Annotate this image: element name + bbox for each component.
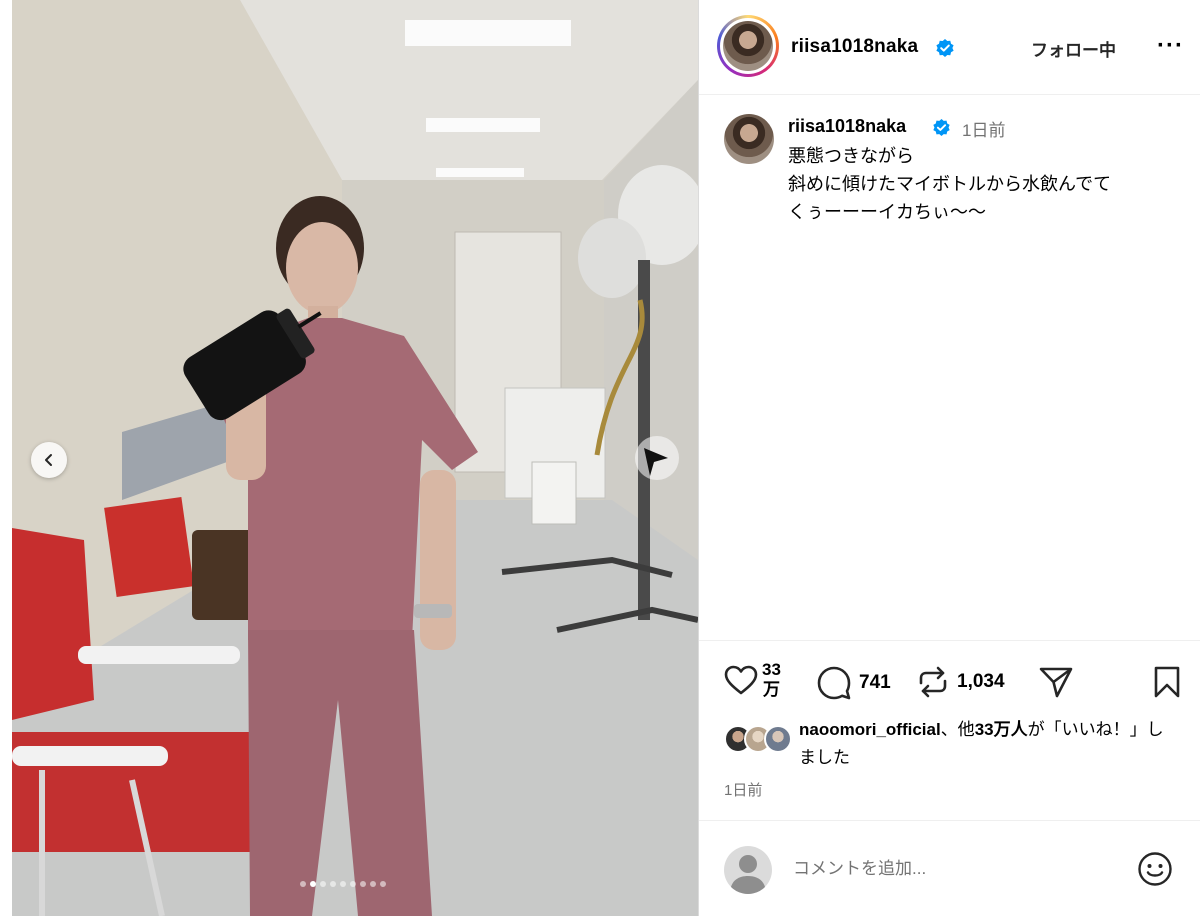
post-photo[interactable] [12, 0, 698, 916]
photo-illustration [12, 0, 698, 916]
caption-author-avatar[interactable] [724, 114, 774, 164]
like-button[interactable]: 33 万 [724, 660, 781, 700]
default-user-icon [730, 855, 766, 894]
caption-author-username[interactable]: riisa1018naka [788, 116, 906, 137]
repost-icon [919, 666, 947, 698]
likes-separator: 、他 [940, 720, 975, 739]
carousel-dot [300, 881, 306, 887]
save-button[interactable] [1153, 666, 1181, 698]
carousel-dot [370, 881, 376, 887]
caption-timestamp[interactable]: 1日前 [962, 116, 1005, 141]
carousel-prev-button[interactable] [31, 442, 67, 478]
bookmark-icon [1154, 666, 1180, 698]
share-icon [1039, 667, 1073, 698]
author-avatar[interactable] [717, 15, 779, 77]
carousel-dot [350, 881, 356, 887]
emoji-button[interactable] [1137, 851, 1173, 892]
author-username[interactable]: riisa1018naka [791, 36, 918, 58]
post-timestamp[interactable]: 1日前 [724, 779, 762, 800]
action-bar: 33 万 741 1,034 [699, 652, 1200, 712]
caption-section: riisa1018naka 1日前 悪態つきながら 斜めに傾けたマイボトルから水… [699, 96, 1200, 641]
emoji-icon [1138, 852, 1172, 886]
carousel-dot [380, 881, 386, 887]
carousel-indicator [300, 881, 386, 887]
carousel-dot [310, 881, 316, 887]
liker-username[interactable]: naoomori_official [799, 720, 941, 739]
comment-icon [817, 666, 851, 700]
caption-text: 悪態つきながら 斜めに傾けたマイボトルから水飲んでて くぅーーーイカちぃ〜〜 [788, 146, 1112, 222]
heart-icon [724, 665, 758, 695]
likes-others-link[interactable]: 33万人 [975, 720, 1028, 739]
carousel-dot [360, 881, 366, 887]
comment-button[interactable]: 741 [817, 666, 891, 700]
more-options-button[interactable]: ··· [1157, 34, 1184, 58]
carousel-dot [320, 881, 326, 887]
comment-composer [699, 820, 1200, 916]
post-header: riisa1018naka フォロー中 ··· [699, 0, 1200, 95]
like-count[interactable]: 33 万 [762, 660, 781, 700]
liker-avatars[interactable] [724, 725, 796, 753]
share-button[interactable] [1039, 666, 1073, 698]
post-details-panel: riisa1018naka フォロー中 ··· riisa1018naka 1日… [698, 0, 1200, 916]
verified-badge-icon [936, 39, 954, 57]
verified-badge-icon [933, 118, 950, 137]
likes-summary: naoomori_official、他33万人が「いいね！」しました [699, 712, 1200, 772]
following-button[interactable]: フォロー中 [1031, 36, 1116, 61]
repost-button[interactable]: 1,034 [917, 666, 1005, 698]
repost-count[interactable]: 1,034 [957, 671, 1005, 693]
chevron-left-icon [45, 454, 52, 466]
comment-input[interactable] [793, 853, 1113, 885]
post-media-panel [0, 0, 698, 916]
comment-count[interactable]: 741 [859, 672, 891, 694]
carousel-dot [340, 881, 346, 887]
carousel-dot [330, 881, 336, 887]
current-user-avatar [724, 846, 772, 894]
likes-text: naoomori_official、他33万人が「いいね！」しました [799, 716, 1179, 772]
